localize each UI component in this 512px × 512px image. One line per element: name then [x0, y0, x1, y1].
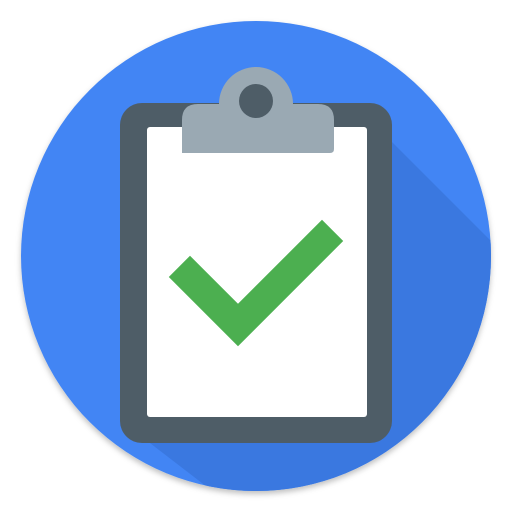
clipboard-check-app-icon	[21, 21, 491, 491]
clip-hole	[239, 84, 273, 118]
